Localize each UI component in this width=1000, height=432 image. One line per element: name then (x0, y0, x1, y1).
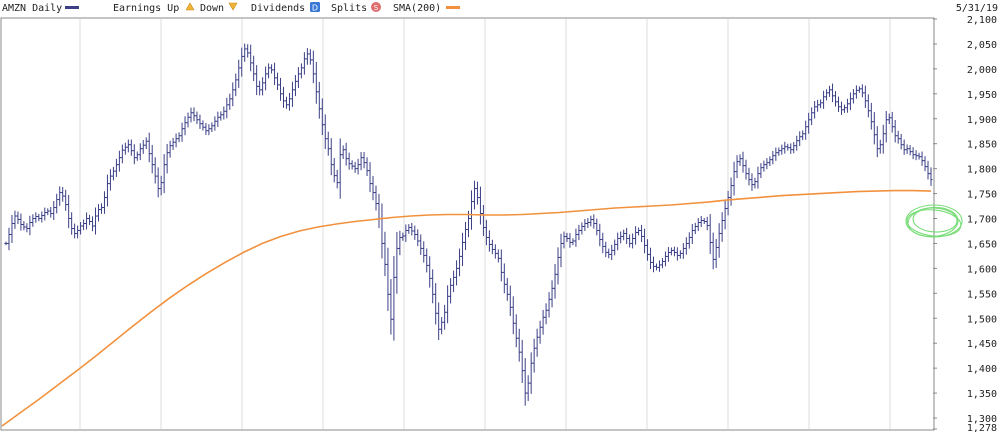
chart-header: AMZN Daily Earnings Up Down Dividends D … (2, 2, 998, 14)
earnings-up-icon (185, 2, 195, 11)
date-label: 5/31/19 (956, 3, 998, 14)
stock-chart: AMZN Daily Earnings Up Down Dividends D … (0, 2, 998, 432)
splits-label: Splits (331, 3, 367, 14)
earnings-down-icon (228, 2, 238, 11)
y-tick-label: 1,650 (967, 239, 997, 250)
y-tick-label: 1,450 (967, 339, 997, 350)
price-series-swatch (65, 6, 79, 9)
y-tick-label: 1,900 (967, 115, 997, 126)
y-tick-label: 1,600 (967, 264, 997, 275)
sma-series-swatch (446, 6, 460, 9)
dividends-label: Dividends (251, 3, 305, 14)
y-tick-label: 1,400 (967, 364, 997, 375)
sma-label: SMA(200) (393, 3, 441, 14)
y-tick-label: 1,278 (967, 423, 997, 432)
y-tick-label: 1,550 (967, 289, 997, 300)
y-tick-label: 1,850 (967, 140, 997, 151)
plot-area (0, 17, 935, 431)
y-tick-label: 2,050 (967, 40, 997, 51)
splits-icon-letter: S (374, 4, 379, 12)
y-tick-label: 1,950 (967, 90, 997, 101)
y-tick-label: 1,700 (967, 215, 997, 226)
down-label: Down (200, 3, 224, 14)
y-axis-ticks: 2,100 2,050 2,000 1,950 1,900 1,850 1,800 1,750… (933, 15, 997, 432)
y-tick-label: 1,750 (967, 190, 997, 201)
y-tick-label: 2,000 (967, 65, 997, 76)
y-tick-label: 1,800 (967, 165, 997, 176)
y-tick-label: 1,350 (967, 389, 997, 400)
y-tick-label: 1,500 (967, 314, 997, 325)
earnings-up-label: Earnings Up (113, 3, 179, 14)
y-tick-label: 2,100 (967, 15, 997, 26)
dividends-icon-letter: D (312, 4, 318, 13)
symbol-label: AMZN Daily (2, 3, 62, 14)
